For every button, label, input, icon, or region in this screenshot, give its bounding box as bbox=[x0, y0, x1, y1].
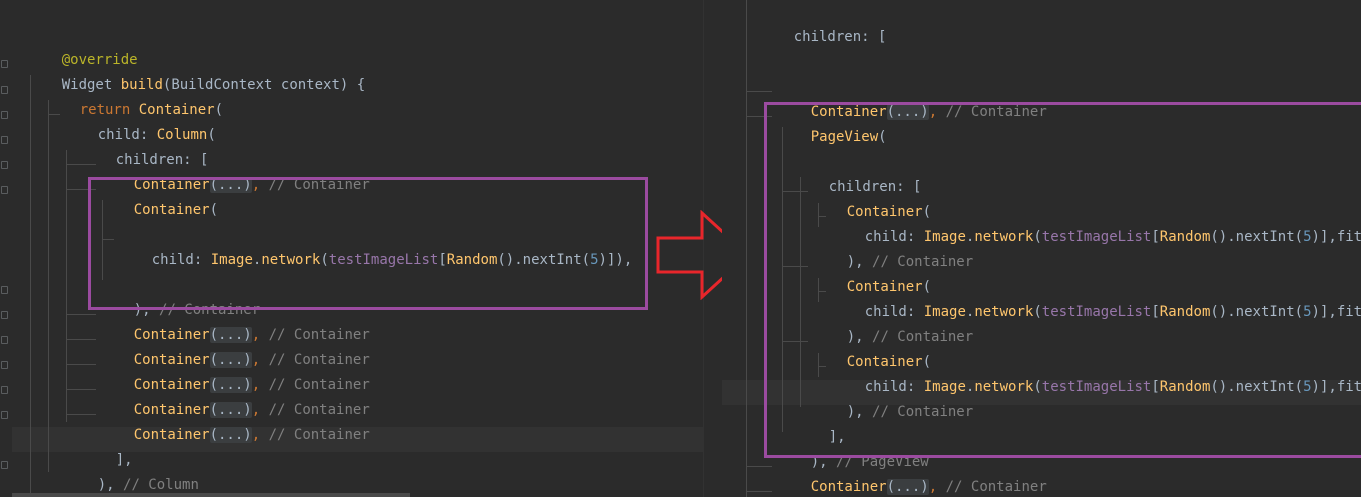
right-editor-pane[interactable]: children: [ Container(...), // Container… bbox=[722, 0, 1361, 497]
code-line[interactable]: Container(...), // Container bbox=[100, 380, 370, 418]
code-line[interactable]: ], bbox=[82, 430, 133, 468]
indent-guide bbox=[66, 389, 96, 390]
fold-gutter bbox=[0, 0, 10, 497]
code-line[interactable]: Container(...), // Container bbox=[100, 405, 370, 443]
fold-marker-icon[interactable] bbox=[1, 461, 8, 469]
indent-guide bbox=[66, 314, 96, 315]
indent-guide bbox=[48, 100, 49, 472]
param-token: children: [ bbox=[793, 29, 887, 45]
fold-marker-icon[interactable] bbox=[1, 286, 8, 294]
comma-token: , bbox=[251, 427, 261, 443]
code-line[interactable]: Container(...), // Container bbox=[777, 82, 1047, 120]
indent-guide bbox=[66, 150, 67, 422]
indent-guide bbox=[66, 339, 96, 340]
left-editor-pane[interactable]: @override Widget build(BuildContext cont… bbox=[0, 0, 703, 497]
comment-token: // Container bbox=[945, 479, 1047, 495]
fold-marker-icon[interactable] bbox=[1, 411, 8, 419]
indent-guide bbox=[66, 414, 96, 415]
fold-marker-icon[interactable] bbox=[1, 361, 8, 369]
code-line[interactable]: Container( bbox=[777, 482, 895, 497]
code-line[interactable]: children: [ bbox=[760, 7, 887, 45]
code-line[interactable]: Container(...), // Container bbox=[100, 330, 370, 368]
fold-marker-icon[interactable] bbox=[1, 60, 8, 68]
paren-token: ( bbox=[214, 102, 224, 118]
code-line[interactable]: Widget build(BuildContext context) { bbox=[28, 55, 365, 93]
code-line[interactable]: ), // Column bbox=[64, 455, 199, 493]
comment-token: // Container bbox=[268, 427, 370, 443]
code-line[interactable]: return Container( bbox=[46, 80, 223, 118]
fold-marker-icon[interactable] bbox=[1, 386, 8, 394]
fold-marker-icon[interactable] bbox=[1, 186, 8, 194]
horizontal-scrollbar[interactable] bbox=[12, 493, 410, 497]
fold-marker-icon[interactable] bbox=[1, 161, 8, 169]
class-token: Container bbox=[133, 427, 210, 443]
indent-guide bbox=[746, 91, 772, 92]
highlight-box bbox=[764, 102, 1361, 458]
code-line[interactable]: Container(...), // Container bbox=[100, 155, 370, 193]
folded-region[interactable]: (...) bbox=[209, 427, 252, 443]
code-line[interactable]: Container(...), // Container bbox=[777, 457, 1047, 495]
indent-guide bbox=[66, 364, 96, 365]
comma-token: , bbox=[928, 479, 938, 495]
code-line[interactable]: children: [ bbox=[82, 130, 209, 168]
indent-guide bbox=[746, 0, 747, 497]
fold-marker-icon[interactable] bbox=[1, 136, 8, 144]
code-line[interactable]: @override bbox=[28, 30, 138, 68]
indent-guide bbox=[746, 491, 772, 492]
paren-token: ( bbox=[207, 127, 216, 143]
indent-guide bbox=[746, 466, 772, 467]
fold-marker-icon[interactable] bbox=[1, 86, 8, 94]
fold-marker-icon[interactable] bbox=[1, 336, 8, 344]
fold-marker-icon[interactable] bbox=[1, 111, 8, 119]
code-line[interactable]: Container(...), // Container bbox=[100, 355, 370, 393]
indent-guide bbox=[30, 75, 31, 497]
code-line[interactable]: child: Column( bbox=[64, 105, 216, 143]
fold-marker-icon[interactable] bbox=[1, 311, 8, 319]
highlight-box bbox=[88, 177, 648, 310]
